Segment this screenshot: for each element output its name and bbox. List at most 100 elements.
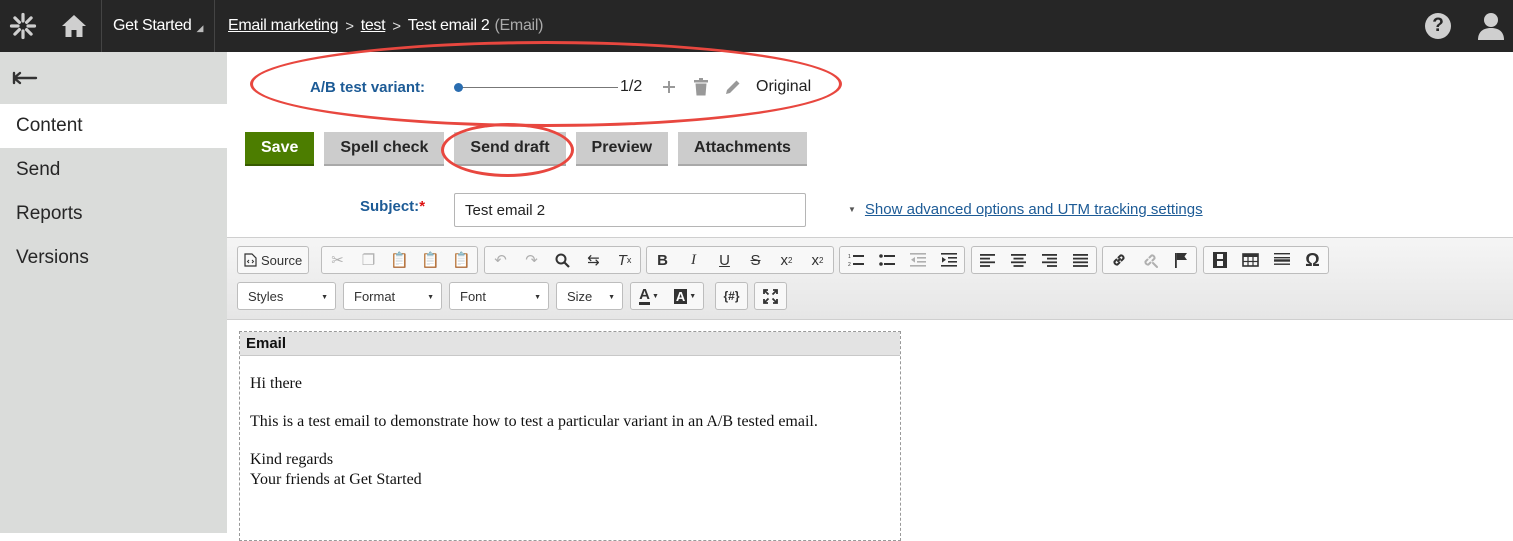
sidebar-item-versions[interactable]: Versions bbox=[0, 236, 227, 280]
align-center-icon[interactable] bbox=[1003, 247, 1034, 273]
region-title: Email bbox=[240, 332, 900, 356]
sidebar: Content Send Reports Versions bbox=[0, 52, 227, 533]
top-bar: Get Started ◢ Email marketing > test > T… bbox=[0, 0, 1513, 52]
redo-icon[interactable]: ↷ bbox=[516, 247, 547, 273]
maximize-icon[interactable] bbox=[755, 283, 786, 309]
indent-icon[interactable] bbox=[933, 247, 964, 273]
special-character-icon[interactable]: Ω bbox=[1297, 247, 1328, 273]
superscript-icon[interactable]: x2 bbox=[802, 247, 833, 273]
strikethrough-icon[interactable]: S bbox=[740, 247, 771, 273]
ab-variant-slider[interactable] bbox=[454, 81, 619, 93]
spell-check-button[interactable]: Spell check bbox=[324, 132, 445, 166]
caret-down-icon: ▼ bbox=[608, 294, 615, 301]
help-icon[interactable]: ? bbox=[1425, 13, 1451, 39]
sidebar-item-reports[interactable]: Reports bbox=[0, 192, 227, 236]
italic-icon[interactable]: I bbox=[678, 247, 709, 273]
required-mark: * bbox=[419, 198, 426, 215]
cut-icon[interactable]: ✂ bbox=[322, 247, 353, 273]
unlink-icon[interactable] bbox=[1134, 247, 1165, 273]
ab-variant-count: 1/2 bbox=[620, 78, 643, 95]
remove-format-icon[interactable]: Tx bbox=[609, 247, 640, 273]
source-button[interactable]: Source bbox=[238, 247, 308, 273]
justify-icon[interactable] bbox=[1065, 247, 1096, 273]
email-paragraph: This is a test email to demonstrate how … bbox=[250, 413, 818, 430]
delete-variant-icon[interactable] bbox=[690, 76, 712, 98]
svg-text:2: 2 bbox=[848, 262, 851, 267]
table-icon[interactable] bbox=[1235, 247, 1266, 273]
caret-down-icon: ▼ bbox=[427, 294, 434, 301]
outdent-icon[interactable] bbox=[902, 247, 933, 273]
email-closing-1: Kind regards bbox=[250, 451, 334, 468]
find-icon[interactable] bbox=[547, 247, 578, 273]
toolbar-group-source: Source bbox=[237, 246, 310, 274]
toolbar-group-maximize bbox=[754, 282, 787, 310]
underline-icon[interactable]: U bbox=[709, 247, 740, 273]
chevron-right-icon: > bbox=[392, 17, 401, 35]
editor-toolbar: Source ✂ ❐ 📋 📋 📋 ↶ ↷ ⇆ Tx B I U S x2 x2 … bbox=[227, 237, 1513, 320]
save-button[interactable]: Save bbox=[245, 132, 315, 166]
add-variant-icon[interactable] bbox=[658, 76, 680, 98]
user-icon[interactable] bbox=[1477, 11, 1505, 41]
font-dropdown[interactable]: Font ▼ bbox=[449, 282, 549, 310]
bold-icon[interactable]: B bbox=[647, 247, 678, 273]
size-dropdown[interactable]: Size ▼ bbox=[556, 282, 623, 310]
link-icon[interactable] bbox=[1103, 247, 1134, 273]
toolbar-group-colors: A ▼ A ▼ bbox=[630, 282, 704, 310]
styles-dropdown[interactable]: Styles ▼ bbox=[237, 282, 336, 310]
source-icon bbox=[244, 253, 257, 267]
caret-down-icon: ▼ bbox=[534, 294, 541, 301]
breadcrumb-test[interactable]: test bbox=[361, 17, 386, 35]
copy-icon[interactable]: ❐ bbox=[353, 247, 384, 273]
application-menu-label: Get Started bbox=[113, 17, 192, 34]
edit-variant-icon[interactable] bbox=[722, 76, 744, 98]
breadcrumb-current: Test email 2 bbox=[407, 17, 490, 34]
paste-icon[interactable]: 📋 bbox=[384, 247, 415, 273]
toolbar-group-insert: Ω bbox=[1203, 246, 1329, 274]
home-icon[interactable] bbox=[46, 0, 102, 52]
breadcrumb: Email marketing > test > Test email 2 (E… bbox=[228, 0, 543, 52]
application-menu[interactable]: Get Started ◢ bbox=[103, 0, 215, 52]
align-left-icon[interactable] bbox=[972, 247, 1003, 273]
toolbar-group-clipboard: ✂ ❐ 📋 📋 📋 bbox=[321, 246, 478, 274]
bulleted-list-icon[interactable] bbox=[871, 247, 902, 273]
replace-icon[interactable]: ⇆ bbox=[578, 247, 609, 273]
sidebar-item-send[interactable]: Send bbox=[0, 148, 227, 192]
breadcrumb-email-marketing[interactable]: Email marketing bbox=[228, 17, 339, 35]
subscript-icon[interactable]: x2 bbox=[771, 247, 802, 273]
paste-word-icon[interactable]: 📋 bbox=[446, 247, 477, 273]
sidebar-item-content[interactable]: Content bbox=[0, 104, 227, 148]
chevron-right-icon: > bbox=[345, 17, 354, 35]
subject-input[interactable] bbox=[454, 193, 806, 227]
numbered-list-icon[interactable]: 12 bbox=[840, 247, 871, 273]
anchor-flag-icon[interactable] bbox=[1165, 247, 1196, 273]
kentico-logo-icon[interactable] bbox=[0, 0, 46, 52]
toolbar-group-links bbox=[1102, 246, 1197, 274]
align-right-icon[interactable] bbox=[1034, 247, 1065, 273]
ab-test-variant-row: A/B test variant: 1/2 Original bbox=[310, 74, 811, 100]
preview-button[interactable]: Preview bbox=[575, 132, 669, 166]
toolbar-group-macros: {#} bbox=[715, 282, 748, 310]
text-color-icon[interactable]: A ▼ bbox=[631, 283, 667, 309]
toolbar-group-align bbox=[971, 246, 1097, 274]
ab-test-variant-label: A/B test variant: bbox=[310, 78, 426, 96]
attachments-button[interactable]: Attachments bbox=[678, 132, 807, 166]
insert-macro-icon[interactable]: {#} bbox=[716, 283, 747, 309]
breadcrumb-type: (Email) bbox=[494, 17, 544, 34]
send-draft-button[interactable]: Send draft bbox=[454, 132, 566, 166]
slider-handle[interactable] bbox=[454, 83, 463, 92]
horizontal-line-icon[interactable] bbox=[1266, 247, 1297, 273]
undo-icon[interactable]: ↶ bbox=[485, 247, 516, 273]
region-body[interactable]: Hi there This is a test email to demonst… bbox=[240, 356, 900, 490]
media-icon[interactable] bbox=[1204, 247, 1235, 273]
format-dropdown[interactable]: Format ▼ bbox=[343, 282, 442, 310]
advanced-options-link[interactable]: ▼ Show advanced options and UTM tracking… bbox=[848, 201, 1203, 218]
email-editable-region[interactable]: Email Hi there This is a test email to d… bbox=[239, 331, 901, 541]
background-color-icon[interactable]: A ▼ bbox=[667, 283, 703, 309]
back-button[interactable] bbox=[0, 52, 227, 104]
caret-down-icon: ▼ bbox=[321, 294, 328, 301]
toolbar-group-lists: 12 bbox=[839, 246, 965, 274]
paste-text-icon[interactable]: 📋 bbox=[415, 247, 446, 273]
svg-text:1: 1 bbox=[848, 254, 851, 260]
caret-down-icon: ▼ bbox=[848, 205, 856, 214]
arrow-left-icon bbox=[12, 71, 38, 85]
